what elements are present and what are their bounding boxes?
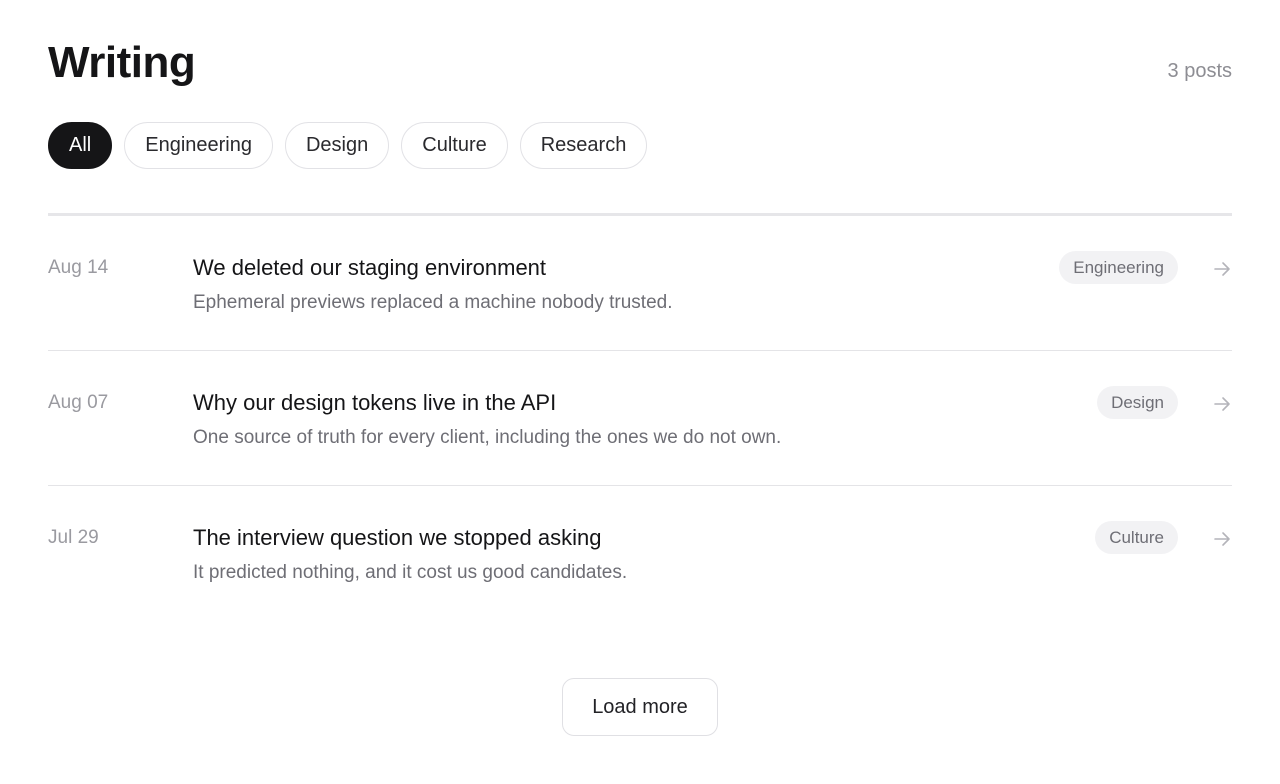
post-tag: Design [1097, 386, 1178, 419]
filter-chip-engineering[interactable]: Engineering [124, 122, 273, 169]
filter-chip-design[interactable]: Design [284, 122, 390, 169]
post-title[interactable]: We deleted our staging environment [193, 255, 546, 281]
filter-chip-research[interactable]: Research [519, 122, 648, 169]
page-header: Writing 3 posts [48, 38, 1232, 88]
post-excerpt: Ephemeral previews replaced a machine no… [193, 292, 673, 313]
arrow-right-icon[interactable] [1212, 529, 1232, 549]
post-excerpt: One source of truth for every client, in… [193, 427, 782, 448]
post-excerpt: It predicted nothing, and it cost us goo… [193, 562, 628, 583]
page-title: Writing [48, 38, 196, 87]
post-row[interactable]: Aug 14 We deleted our staging environmen… [48, 216, 1232, 351]
writing-page: Writing 3 posts All Engineering Design C… [0, 0, 1280, 784]
post-list: Aug 14 We deleted our staging environmen… [48, 216, 1232, 621]
post-title[interactable]: The interview question we stopped asking [193, 525, 601, 551]
post-row[interactable]: Aug 07 Why our design tokens live in the… [48, 351, 1232, 486]
post-tag: Culture [1095, 521, 1178, 554]
post-date: Aug 14 [48, 257, 109, 278]
filter-chip-culture[interactable]: Culture [401, 122, 508, 169]
post-row[interactable]: Jul 29 The interview question we stopped… [48, 486, 1232, 621]
post-count: 3 posts [1167, 60, 1232, 82]
category-filters: All Engineering Design Culture Research [48, 122, 648, 169]
arrow-right-icon[interactable] [1212, 259, 1232, 279]
arrow-right-icon[interactable] [1212, 394, 1232, 414]
post-tag: Engineering [1059, 251, 1178, 284]
post-date: Aug 07 [48, 392, 109, 413]
load-more-button[interactable]: Load more [562, 678, 718, 736]
filter-chip-all[interactable]: All [48, 122, 113, 169]
post-title[interactable]: Why our design tokens live in the API [193, 390, 556, 416]
post-date: Jul 29 [48, 527, 99, 548]
